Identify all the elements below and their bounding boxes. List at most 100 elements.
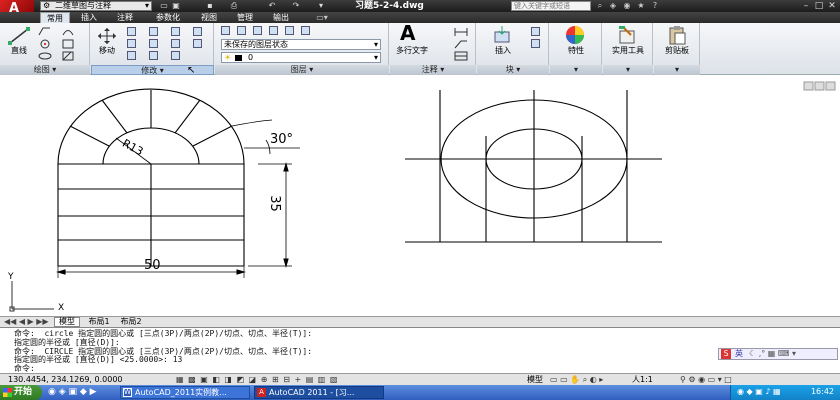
search-input[interactable]: 键入关键字或短语 xyxy=(511,1,591,11)
command-window[interactable]: 命令: circle 指定圆的圆心或 [三点(3P)/两点(2P)/切点、切点、… xyxy=(0,327,840,373)
favorites-icon[interactable]: ★ xyxy=(636,1,646,11)
ribbon-minimize-icon[interactable]: ▭▾ xyxy=(312,12,332,23)
fillet-icon[interactable] xyxy=(171,39,180,48)
layer-state-icon[interactable] xyxy=(237,26,246,35)
print-icon[interactable]: ⎙ xyxy=(229,1,239,11)
scale-icon[interactable] xyxy=(149,51,158,60)
hatch-tool-icon[interactable] xyxy=(62,51,74,61)
rotate-icon[interactable] xyxy=(127,27,136,36)
utilities-panel-title[interactable]: ▾ xyxy=(603,65,653,75)
communication-icon[interactable]: ◉ xyxy=(622,1,632,11)
tab-annotate[interactable]: 注释 xyxy=(110,12,140,23)
start-button[interactable]: 开始 xyxy=(0,385,42,400)
layer-freeze-icon[interactable] xyxy=(285,26,294,35)
paste-icon[interactable] xyxy=(667,25,687,45)
linear-dimension-icon[interactable] xyxy=(454,27,468,37)
erase-icon[interactable] xyxy=(171,27,180,36)
clipboard-panel-title[interactable]: ▾ xyxy=(654,65,700,75)
tab-model[interactable]: 模型 xyxy=(54,317,80,327)
current-layer-dropdown[interactable]: ☀ 0 ▾ xyxy=(221,52,381,63)
layer-state-dropdown[interactable]: 未保存的图层状态 ▾ xyxy=(221,39,381,50)
quick-access-menu-icon[interactable]: ▾ xyxy=(316,1,326,11)
multiline-text-icon[interactable]: A xyxy=(400,23,415,43)
workspace-dropdown[interactable]: ⚙ 二维草图与注释 ▾ xyxy=(40,1,152,11)
properties-button[interactable]: 特性 xyxy=(554,45,598,56)
redo-icon[interactable]: ↷ xyxy=(291,1,301,11)
model-space-toggle[interactable]: 模型 xyxy=(527,375,543,385)
tray-icons[interactable]: ◉ ◆ ▣ ♪ ▦ xyxy=(737,387,781,397)
table-icon[interactable] xyxy=(454,51,468,61)
ime-mode-label[interactable]: 英 xyxy=(735,349,743,359)
properties-panel-title[interactable]: ▾ xyxy=(550,65,602,75)
taskbar-item-autocad[interactable]: A AutoCAD 2011 - [习... xyxy=(254,386,384,399)
ellipse-tool-icon[interactable] xyxy=(38,51,52,61)
ime-toolbar[interactable]: S 英 ☾ ,° ▦ ⌨ ▾ xyxy=(718,348,838,360)
tab-navigation-icons[interactable]: ◀◀ ◀ ▶ ▶▶ xyxy=(4,317,49,327)
viewport-icons[interactable]: ▭ ▭ ✋ ⌕ ◐ ▸ xyxy=(550,375,603,385)
edit-block-icon[interactable] xyxy=(531,39,540,48)
tab-insert[interactable]: 插入 xyxy=(74,12,104,23)
explode-icon[interactable] xyxy=(193,27,202,36)
new-file-icon[interactable]: ▭ xyxy=(159,1,169,11)
tab-manage[interactable]: 管理 xyxy=(229,12,261,23)
line-button[interactable]: 直线 xyxy=(4,45,34,56)
left-figure[interactable] xyxy=(55,88,300,278)
move-icon[interactable] xyxy=(97,27,117,45)
layer-lock-icon[interactable] xyxy=(301,26,310,35)
subscription-icon[interactable]: ◈ xyxy=(608,1,618,11)
tab-parametric[interactable]: 参数化 xyxy=(148,12,188,23)
insert-button[interactable]: 插入 xyxy=(483,45,523,56)
tab-layout1[interactable]: 布局1 xyxy=(84,317,114,327)
line-tool-icon[interactable] xyxy=(8,27,30,45)
polyline-icon[interactable] xyxy=(38,26,52,36)
tab-output[interactable]: 输出 xyxy=(265,12,297,23)
move-button[interactable]: 移动 xyxy=(93,45,121,56)
trim-icon[interactable] xyxy=(149,27,158,36)
mirror-icon[interactable] xyxy=(149,39,158,48)
close-icon[interactable]: ✕ xyxy=(826,1,838,11)
tab-view[interactable]: 视图 xyxy=(195,12,223,23)
circle-tool-icon[interactable] xyxy=(38,39,52,49)
copy-icon[interactable] xyxy=(127,39,136,48)
layer-isolate-icon[interactable] xyxy=(269,26,278,35)
modify-panel-title[interactable]: 修改 ▾ xyxy=(91,65,214,75)
taskbar-item-word[interactable]: W AutoCAD_2011实例教... xyxy=(120,386,250,399)
stretch-icon[interactable] xyxy=(127,51,136,60)
annotation-scale[interactable]: 人1:1 xyxy=(632,375,653,385)
save-icon[interactable]: ▪ xyxy=(205,1,215,11)
layers-panel-title[interactable]: 图层 ▾ xyxy=(215,65,389,75)
ime-tools-icons[interactable]: ☾ ,° ▦ ⌨ ▾ xyxy=(749,349,796,359)
color-wheel-icon[interactable] xyxy=(564,25,586,45)
layer-properties-icon[interactable] xyxy=(221,26,230,35)
undo-icon[interactable]: ↶ xyxy=(267,1,277,11)
help-icon[interactable]: ? xyxy=(650,1,660,11)
block-panel-title[interactable]: 块 ▾ xyxy=(477,65,549,75)
search-icon[interactable]: ⌕ xyxy=(595,1,605,11)
leader-icon[interactable] xyxy=(454,39,468,49)
layer-off-icon[interactable] xyxy=(253,26,262,35)
quick-launch-icons[interactable]: ◉ ◈ ▣ ◆ ▶ xyxy=(48,387,97,397)
utilities-button[interactable]: 实用工具 xyxy=(603,45,653,56)
maximize-icon[interactable]: □ xyxy=(813,1,825,11)
draw-panel-title[interactable]: 绘图 ▾ xyxy=(0,65,90,75)
create-block-icon[interactable] xyxy=(531,27,540,36)
insert-block-icon[interactable] xyxy=(493,26,511,44)
drawing-canvas[interactable]: R13 30° 35 50 Y X xyxy=(0,76,840,316)
minimize-icon[interactable]: – xyxy=(800,1,812,11)
tab-layout2[interactable]: 布局2 xyxy=(116,317,146,327)
array-icon[interactable] xyxy=(171,51,180,60)
clipboard-button[interactable]: 剪贴板 xyxy=(654,45,700,56)
right-figure[interactable] xyxy=(405,90,662,243)
multiline-text-button[interactable]: 多行文字 xyxy=(392,45,432,56)
tab-home[interactable]: 常用 xyxy=(40,12,70,23)
status-tray-icons[interactable]: ⚲ ⚙ ◉ ▭ ▾ □ xyxy=(680,375,732,385)
annotation-panel-title[interactable]: 注释 ▾ xyxy=(390,65,476,75)
command-prompt[interactable]: 命令: xyxy=(14,365,35,373)
offset-icon[interactable] xyxy=(193,39,202,48)
viewport-controls[interactable] xyxy=(803,81,836,91)
rectangle-tool-icon[interactable] xyxy=(62,39,74,49)
drafting-toggles[interactable]: ▦ ▩ ▣ ◧ ◨ ◩ ◪ ⊕ ⊞ ⊟ + ▤ ▥ ▧ xyxy=(176,375,338,385)
open-file-icon[interactable]: ▣ xyxy=(171,1,181,11)
utilities-icon[interactable] xyxy=(617,25,637,45)
arc-tool-icon[interactable] xyxy=(62,26,74,36)
